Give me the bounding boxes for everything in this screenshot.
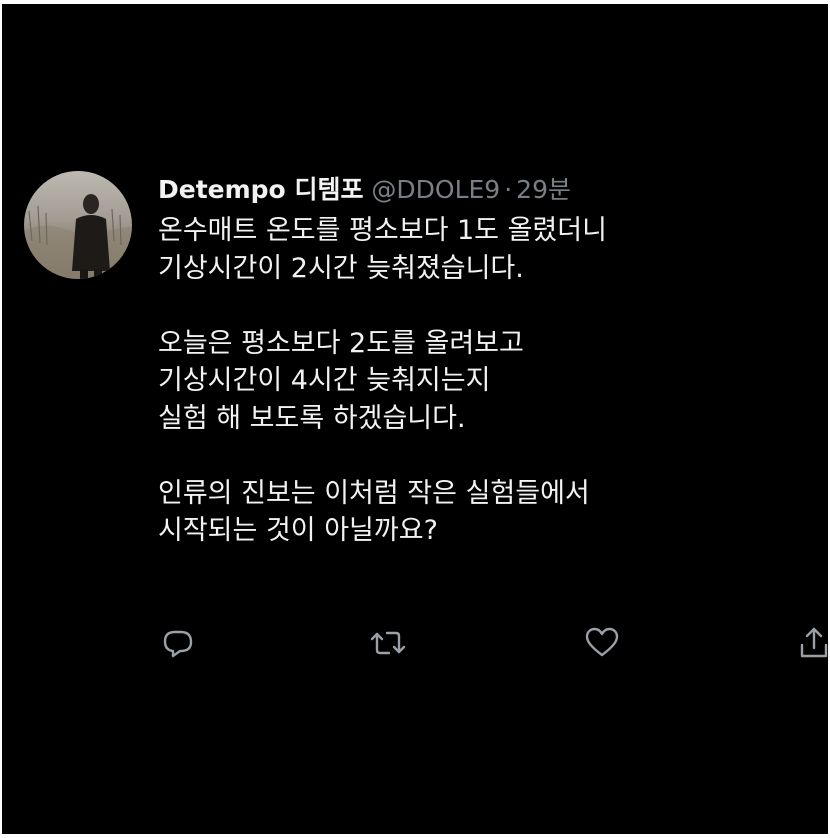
tweet-line: 기상시간이 4시간 늦춰지는지 [158, 365, 491, 396]
tweet-timestamp[interactable]: 29분 [516, 175, 571, 204]
tweet-actions [158, 623, 830, 663]
author-name[interactable]: Detempo 디템포 [158, 175, 363, 204]
tweet-text: 온수매트 온도를 평소보다 1도 올렸더니 기상시간이 2시간 늦춰졌습니다. … [158, 212, 818, 550]
tweet-line: 온수매트 온도를 평소보다 1도 올렸더니 [158, 215, 607, 246]
tweet-body: Detempo 디템포 @DDOLE9 · 29분 온수매트 온도를 평소보다 1도… [158, 168, 818, 550]
tweet-paragraph: 온수매트 온도를 평소보다 1도 올렸더니 기상시간이 2시간 늦춰졌습니다. [158, 212, 818, 287]
tweet-line: 시작되는 것이 아닐까요? [158, 515, 438, 546]
tweet-line: 실험 해 보도록 하겠습니다. [158, 402, 466, 434]
like-button[interactable] [582, 623, 622, 663]
tweet-paragraph: 인류의 진보는 이처럼 작은 실험들에서 시작되는 것이 아닐까요? [158, 475, 818, 550]
author-handle[interactable]: @DDOLE9 [371, 175, 500, 204]
screenshot-frame: Detempo 디템포 @DDOLE9 · 29분 온수매트 온도를 평소보다 1도… [2, 4, 828, 834]
retweet-icon [370, 631, 406, 655]
tweet-paragraph: 오늘은 평소보다 2도를 올려보고 기상시간이 4시간 늦춰지는지 실험 해 보… [158, 325, 818, 438]
tweet-line: 오늘은 평소보다 2도를 올려보고 [158, 327, 524, 359]
tweet-line: 인류의 진보는 이처럼 작은 실험들에서 [158, 477, 590, 509]
avatar[interactable] [24, 171, 132, 279]
tweet-line: 기상시간이 2시간 늦춰졌습니다. [158, 252, 524, 284]
retweet-button[interactable] [368, 623, 408, 663]
reply-button[interactable] [158, 623, 198, 663]
share-button[interactable] [794, 623, 830, 663]
share-icon [800, 627, 828, 658]
tweet-header: Detempo 디템포 @DDOLE9 · 29분 [158, 168, 818, 212]
reply-icon [163, 630, 193, 658]
heart-icon [585, 627, 619, 657]
separator-dot: · [504, 175, 513, 204]
